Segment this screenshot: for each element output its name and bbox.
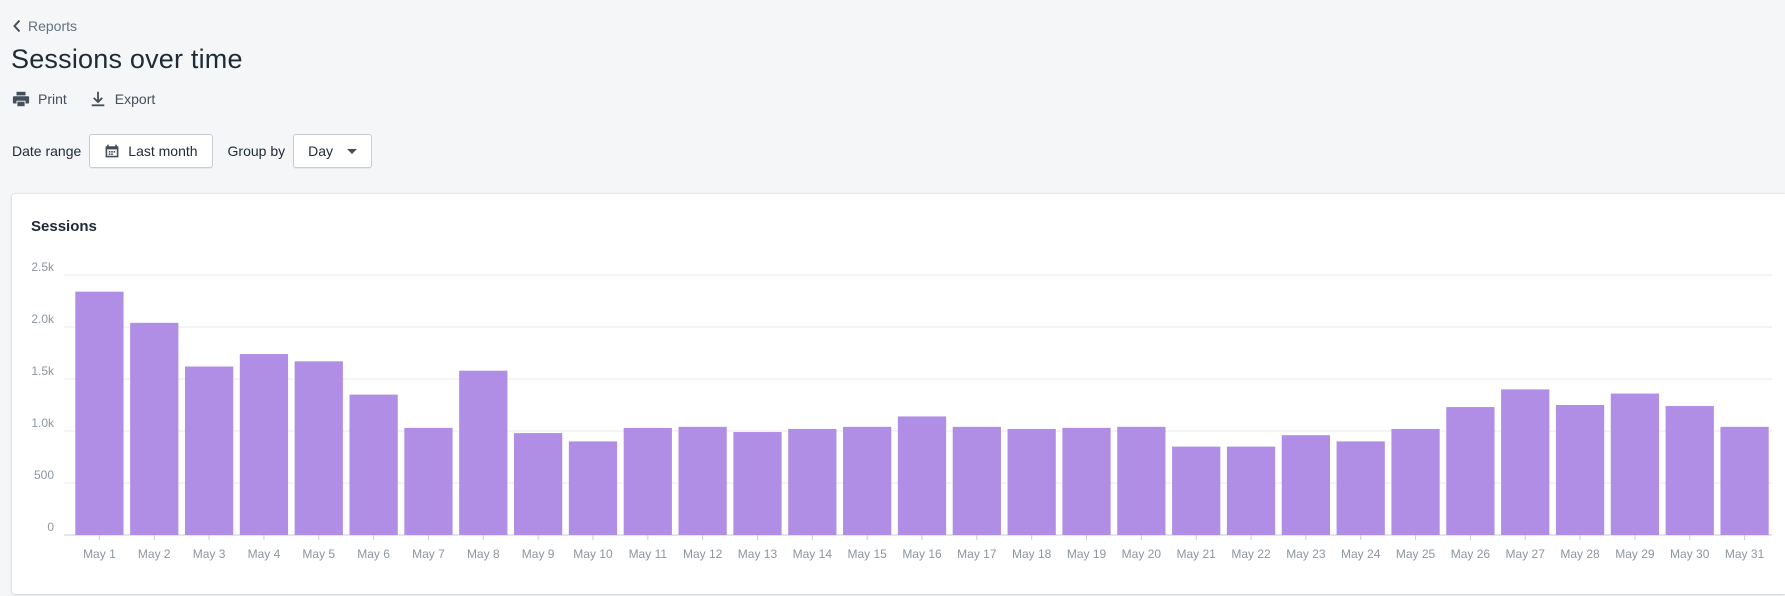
bar [952,426,1001,535]
date-range-value: Last month [128,143,198,159]
x-tick-label: May 20 [1122,547,1162,561]
bar [733,432,782,535]
x-tick-label: May 31 [1725,547,1765,561]
export-button[interactable]: Export [89,90,155,108]
bar [623,427,672,535]
x-tick-label: May 4 [248,547,281,561]
sessions-chart-card: 0 500 1.0k 1.5k 2.0k 2.5k May 1 May 2 May 3 May 4… [12,194,1785,594]
bar [897,416,947,535]
breadcrumb[interactable]: Reports [12,18,77,34]
calendar-icon [105,144,119,158]
bar [130,322,179,535]
bar [1555,405,1605,535]
y-tick-label: 0 [47,520,54,534]
bar [843,426,892,535]
x-tick-label: May 2 [138,547,171,561]
x-tick-label: May 27 [1506,547,1546,561]
print-label: Print [38,91,67,107]
bar [1062,427,1111,535]
x-tick-label: May 1 [83,547,116,561]
x-tick-label: May 17 [957,547,997,561]
x-tick-label: May 13 [738,547,778,561]
x-tick-label: May 11 [629,547,668,561]
chart-title: Sessions [31,218,97,235]
print-button[interactable]: Print [12,90,67,108]
x-tick-label: May 19 [1067,547,1107,561]
x-tick-label: May 30 [1670,547,1710,561]
bar [1446,407,1495,535]
group-by-label: Group by [227,143,286,159]
sessions-bar-chart: 0 500 1.0k 1.5k 2.0k 2.5k May 1 May 2 May 3 May 4… [31,260,1772,561]
x-tick-label: May 18 [1012,547,1052,561]
bar [1281,435,1330,535]
bar [459,370,508,535]
bar [1172,446,1221,535]
y-tick-label: 2.0k [31,312,55,326]
bar [184,366,234,535]
bar [1336,441,1385,535]
x-tick-label: May 6 [357,547,390,561]
x-tick-label: May 9 [522,547,555,561]
bar [75,291,124,535]
x-tick-label: May 7 [412,547,445,561]
x-tick-label: May 26 [1451,547,1491,561]
x-tick-label: May 5 [302,547,335,561]
bar [404,427,453,535]
x-tick-label: May 22 [1231,547,1271,561]
report-filters: Date range Last month Group by Day [12,134,373,168]
bar [1391,428,1440,535]
y-tick-label: 500 [34,468,54,482]
y-tick-label: 2.5k [31,260,55,274]
bar [294,361,343,535]
x-tick-label: May 16 [902,547,942,561]
date-range-button[interactable]: Last month [89,134,213,168]
bar [788,428,837,535]
y-tick-label: 1.0k [31,416,55,430]
bar [1117,426,1166,535]
x-tick-label: May 24 [1341,547,1381,561]
x-tick-label: May 21 [1177,547,1217,561]
caret-down-icon [347,148,358,154]
breadcrumb-reports-link[interactable]: Reports [28,18,77,34]
bar [349,394,398,535]
bar [514,433,563,535]
x-tick-label: May 25 [1396,547,1436,561]
x-tick-label: May 28 [1560,547,1600,561]
download-icon [91,91,105,107]
bar [1226,446,1276,535]
bar [1610,393,1660,535]
y-tick-label: 1.5k [31,364,55,378]
bar [678,426,727,535]
x-tick-label: May 3 [193,547,226,561]
bar [1007,428,1056,535]
x-tick-label: May 10 [573,547,613,561]
x-tick-label: May 29 [1615,547,1655,561]
page-actions: Print Export [12,90,155,108]
chevron-left-icon [13,19,21,33]
date-range-label: Date range [12,143,82,159]
x-tick-label: May 14 [793,547,833,561]
x-tick-label: May 12 [683,547,723,561]
printer-icon [12,91,30,107]
group-by-select[interactable]: Day [293,134,373,168]
bar [1501,389,1550,535]
group-by-value: Day [308,143,334,159]
bar [1720,426,1769,535]
bar [239,354,289,535]
page-title: Sessions over time [11,44,243,74]
x-tick-label: May 8 [467,547,500,561]
bar [568,441,618,535]
x-tick-label: May 23 [1286,547,1326,561]
x-tick-label: May 15 [847,547,887,561]
export-label: Export [114,91,156,107]
bar [1665,406,1714,535]
